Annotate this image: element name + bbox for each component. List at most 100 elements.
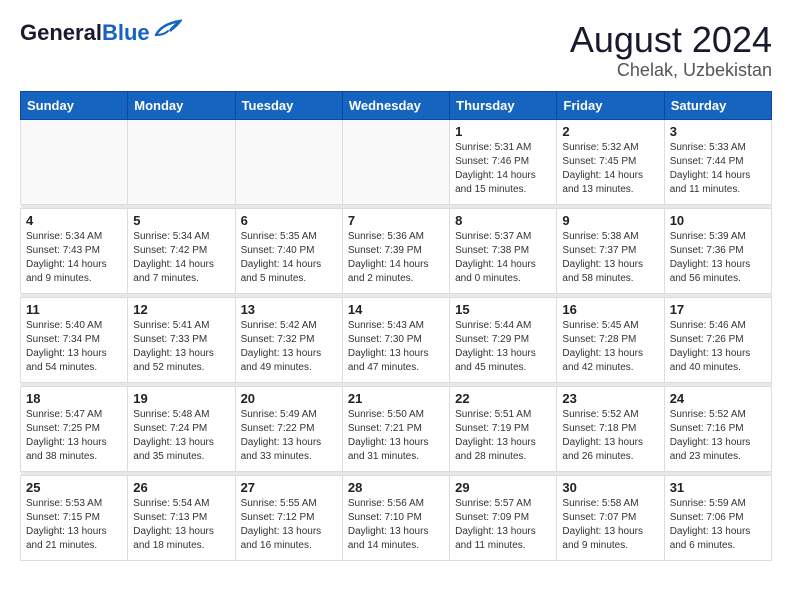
day-info: Sunrise: 5:50 AM Sunset: 7:21 PM Dayligh… — [348, 408, 444, 464]
day-number: 20 — [241, 391, 337, 406]
day-info: Sunrise: 5:52 AM Sunset: 7:18 PM Dayligh… — [562, 408, 658, 464]
calendar-cell: 27Sunrise: 5:55 AM Sunset: 7:12 PM Dayli… — [235, 475, 342, 560]
calendar-table: SundayMondayTuesdayWednesdayThursdayFrid… — [20, 91, 772, 561]
day-info: Sunrise: 5:34 AM Sunset: 7:43 PM Dayligh… — [26, 230, 122, 286]
day-info: Sunrise: 5:33 AM Sunset: 7:44 PM Dayligh… — [670, 141, 766, 197]
calendar-cell: 9 Sunrise: 5:38 AM Sunset: 7:37 PM Daylig… — [557, 208, 664, 293]
day-number: 13 — [241, 302, 337, 317]
day-info: Sunrise: 5:38 AM Sunset: 7:37 PM Dayligh… — [562, 230, 658, 286]
calendar-cell: 15Sunrise: 5:44 AM Sunset: 7:29 PM Dayli… — [450, 297, 557, 382]
day-info: Sunrise: 5:46 AM Sunset: 7:26 PM Dayligh… — [670, 319, 766, 375]
month-title: August 2024 — [570, 20, 772, 60]
weekday-tuesday: Tuesday — [235, 91, 342, 119]
day-info: Sunrise: 5:40 AM Sunset: 7:34 PM Dayligh… — [26, 319, 122, 375]
calendar-cell: 6Sunrise: 5:35 AM Sunset: 7:40 PM Daylig… — [235, 208, 342, 293]
day-info: Sunrise: 5:47 AM Sunset: 7:25 PM Dayligh… — [26, 408, 122, 464]
calendar-cell: 30Sunrise: 5:58 AM Sunset: 7:07 PM Dayli… — [557, 475, 664, 560]
day-info: Sunrise: 5:43 AM Sunset: 7:30 PM Dayligh… — [348, 319, 444, 375]
day-info: Sunrise: 5:51 AM Sunset: 7:19 PM Dayligh… — [455, 408, 551, 464]
logo-general: General — [20, 20, 102, 45]
day-number: 4 — [26, 213, 122, 228]
calendar-cell: 20Sunrise: 5:49 AM Sunset: 7:22 PM Dayli… — [235, 386, 342, 471]
calendar-cell: 28Sunrise: 5:56 AM Sunset: 7:10 PM Dayli… — [342, 475, 449, 560]
day-info: Sunrise: 5:58 AM Sunset: 7:07 PM Dayligh… — [562, 497, 658, 553]
calendar-cell: 4 Sunrise: 5:34 AM Sunset: 7:43 PM Daylig… — [21, 208, 128, 293]
calendar-cell: 12 Sunrise: 5:41 AM Sunset: 7:33 PM Dayli… — [128, 297, 235, 382]
day-number: 18 — [26, 391, 122, 406]
logo: GeneralBlue — [20, 20, 182, 46]
day-number: 11 — [26, 302, 122, 317]
calendar-cell: 8Sunrise: 5:37 AM Sunset: 7:38 PM Daylig… — [450, 208, 557, 293]
day-info: Sunrise: 5:35 AM Sunset: 7:40 PM Dayligh… — [241, 230, 337, 286]
calendar-cell: 10Sunrise: 5:39 AM Sunset: 7:36 PM Dayli… — [664, 208, 771, 293]
day-number: 15 — [455, 302, 551, 317]
calendar-cell: 24 Sunrise: 5:52 AM Sunset: 7:16 PM Dayli… — [664, 386, 771, 471]
calendar-cell: 16Sunrise: 5:45 AM Sunset: 7:28 PM Dayli… — [557, 297, 664, 382]
day-number: 1 — [455, 124, 551, 139]
logo-blue: Blue — [102, 20, 150, 45]
calendar-cell: 22 Sunrise: 5:51 AM Sunset: 7:19 PM Dayli… — [450, 386, 557, 471]
week-row-4: 18 Sunrise: 5:47 AM Sunset: 7:25 PM Dayli… — [21, 386, 772, 471]
day-number: 29 — [455, 480, 551, 495]
day-info: Sunrise: 5:57 AM Sunset: 7:09 PM Dayligh… — [455, 497, 551, 553]
day-number: 27 — [241, 480, 337, 495]
day-number: 5 — [133, 213, 229, 228]
day-number: 3 — [670, 124, 766, 139]
weekday-saturday: Saturday — [664, 91, 771, 119]
weekday-monday: Monday — [128, 91, 235, 119]
calendar-cell: 21Sunrise: 5:50 AM Sunset: 7:21 PM Dayli… — [342, 386, 449, 471]
day-number: 26 — [133, 480, 229, 495]
calendar-cell: 25 Sunrise: 5:53 AM Sunset: 7:15 PM Dayli… — [21, 475, 128, 560]
day-number: 19 — [133, 391, 229, 406]
day-info: Sunrise: 5:48 AM Sunset: 7:24 PM Dayligh… — [133, 408, 229, 464]
day-number: 25 — [26, 480, 122, 495]
calendar-cell: 17 Sunrise: 5:46 AM Sunset: 7:26 PM Dayli… — [664, 297, 771, 382]
day-info: Sunrise: 5:59 AM Sunset: 7:06 PM Dayligh… — [670, 497, 766, 553]
day-number: 8 — [455, 213, 551, 228]
day-info: Sunrise: 5:32 AM Sunset: 7:45 PM Dayligh… — [562, 141, 658, 197]
weekday-friday: Friday — [557, 91, 664, 119]
day-number: 9 — [562, 213, 658, 228]
day-number: 24 — [670, 391, 766, 406]
day-info: Sunrise: 5:36 AM Sunset: 7:39 PM Dayligh… — [348, 230, 444, 286]
week-row-5: 25 Sunrise: 5:53 AM Sunset: 7:15 PM Dayli… — [21, 475, 772, 560]
day-number: 7 — [348, 213, 444, 228]
day-number: 17 — [670, 302, 766, 317]
calendar-cell: 1 Sunrise: 5:31 AM Sunset: 7:46 PM Daylig… — [450, 119, 557, 204]
day-info: Sunrise: 5:42 AM Sunset: 7:32 PM Dayligh… — [241, 319, 337, 375]
day-number: 14 — [348, 302, 444, 317]
day-info: Sunrise: 5:53 AM Sunset: 7:15 PM Dayligh… — [26, 497, 122, 553]
calendar-cell: 14 Sunrise: 5:43 AM Sunset: 7:30 PM Dayli… — [342, 297, 449, 382]
day-number: 16 — [562, 302, 658, 317]
weekday-sunday: Sunday — [21, 91, 128, 119]
calendar-cell — [342, 119, 449, 204]
calendar-cell: 29 Sunrise: 5:57 AM Sunset: 7:09 PM Dayli… — [450, 475, 557, 560]
calendar-cell: 19 Sunrise: 5:48 AM Sunset: 7:24 PM Dayli… — [128, 386, 235, 471]
calendar-cell — [21, 119, 128, 204]
week-row-2: 4 Sunrise: 5:34 AM Sunset: 7:43 PM Daylig… — [21, 208, 772, 293]
day-number: 2 — [562, 124, 658, 139]
calendar-cell: 3 Sunrise: 5:33 AM Sunset: 7:44 PM Daylig… — [664, 119, 771, 204]
day-info: Sunrise: 5:41 AM Sunset: 7:33 PM Dayligh… — [133, 319, 229, 375]
day-info: Sunrise: 5:31 AM Sunset: 7:46 PM Dayligh… — [455, 141, 551, 197]
day-info: Sunrise: 5:52 AM Sunset: 7:16 PM Dayligh… — [670, 408, 766, 464]
day-number: 12 — [133, 302, 229, 317]
day-info: Sunrise: 5:54 AM Sunset: 7:13 PM Dayligh… — [133, 497, 229, 553]
day-number: 28 — [348, 480, 444, 495]
page-header: GeneralBlue August 2024 Chelak, Uzbekist… — [20, 20, 772, 81]
week-row-1: 1 Sunrise: 5:31 AM Sunset: 7:46 PM Daylig… — [21, 119, 772, 204]
day-number: 22 — [455, 391, 551, 406]
logo-bird-icon — [154, 17, 182, 45]
weekday-thursday: Thursday — [450, 91, 557, 119]
calendar-cell: 2 Sunrise: 5:32 AM Sunset: 7:45 PM Daylig… — [557, 119, 664, 204]
week-row-3: 11 Sunrise: 5:40 AM Sunset: 7:34 PM Dayli… — [21, 297, 772, 382]
title-block: August 2024 Chelak, Uzbekistan — [570, 20, 772, 81]
day-number: 23 — [562, 391, 658, 406]
day-number: 31 — [670, 480, 766, 495]
calendar-cell: 5Sunrise: 5:34 AM Sunset: 7:42 PM Daylig… — [128, 208, 235, 293]
weekday-header-row: SundayMondayTuesdayWednesdayThursdayFrid… — [21, 91, 772, 119]
calendar-cell: 13 Sunrise: 5:42 AM Sunset: 7:32 PM Dayli… — [235, 297, 342, 382]
location-title: Chelak, Uzbekistan — [570, 60, 772, 81]
calendar-cell: 11 Sunrise: 5:40 AM Sunset: 7:34 PM Dayli… — [21, 297, 128, 382]
logo-text: GeneralBlue — [20, 20, 150, 46]
